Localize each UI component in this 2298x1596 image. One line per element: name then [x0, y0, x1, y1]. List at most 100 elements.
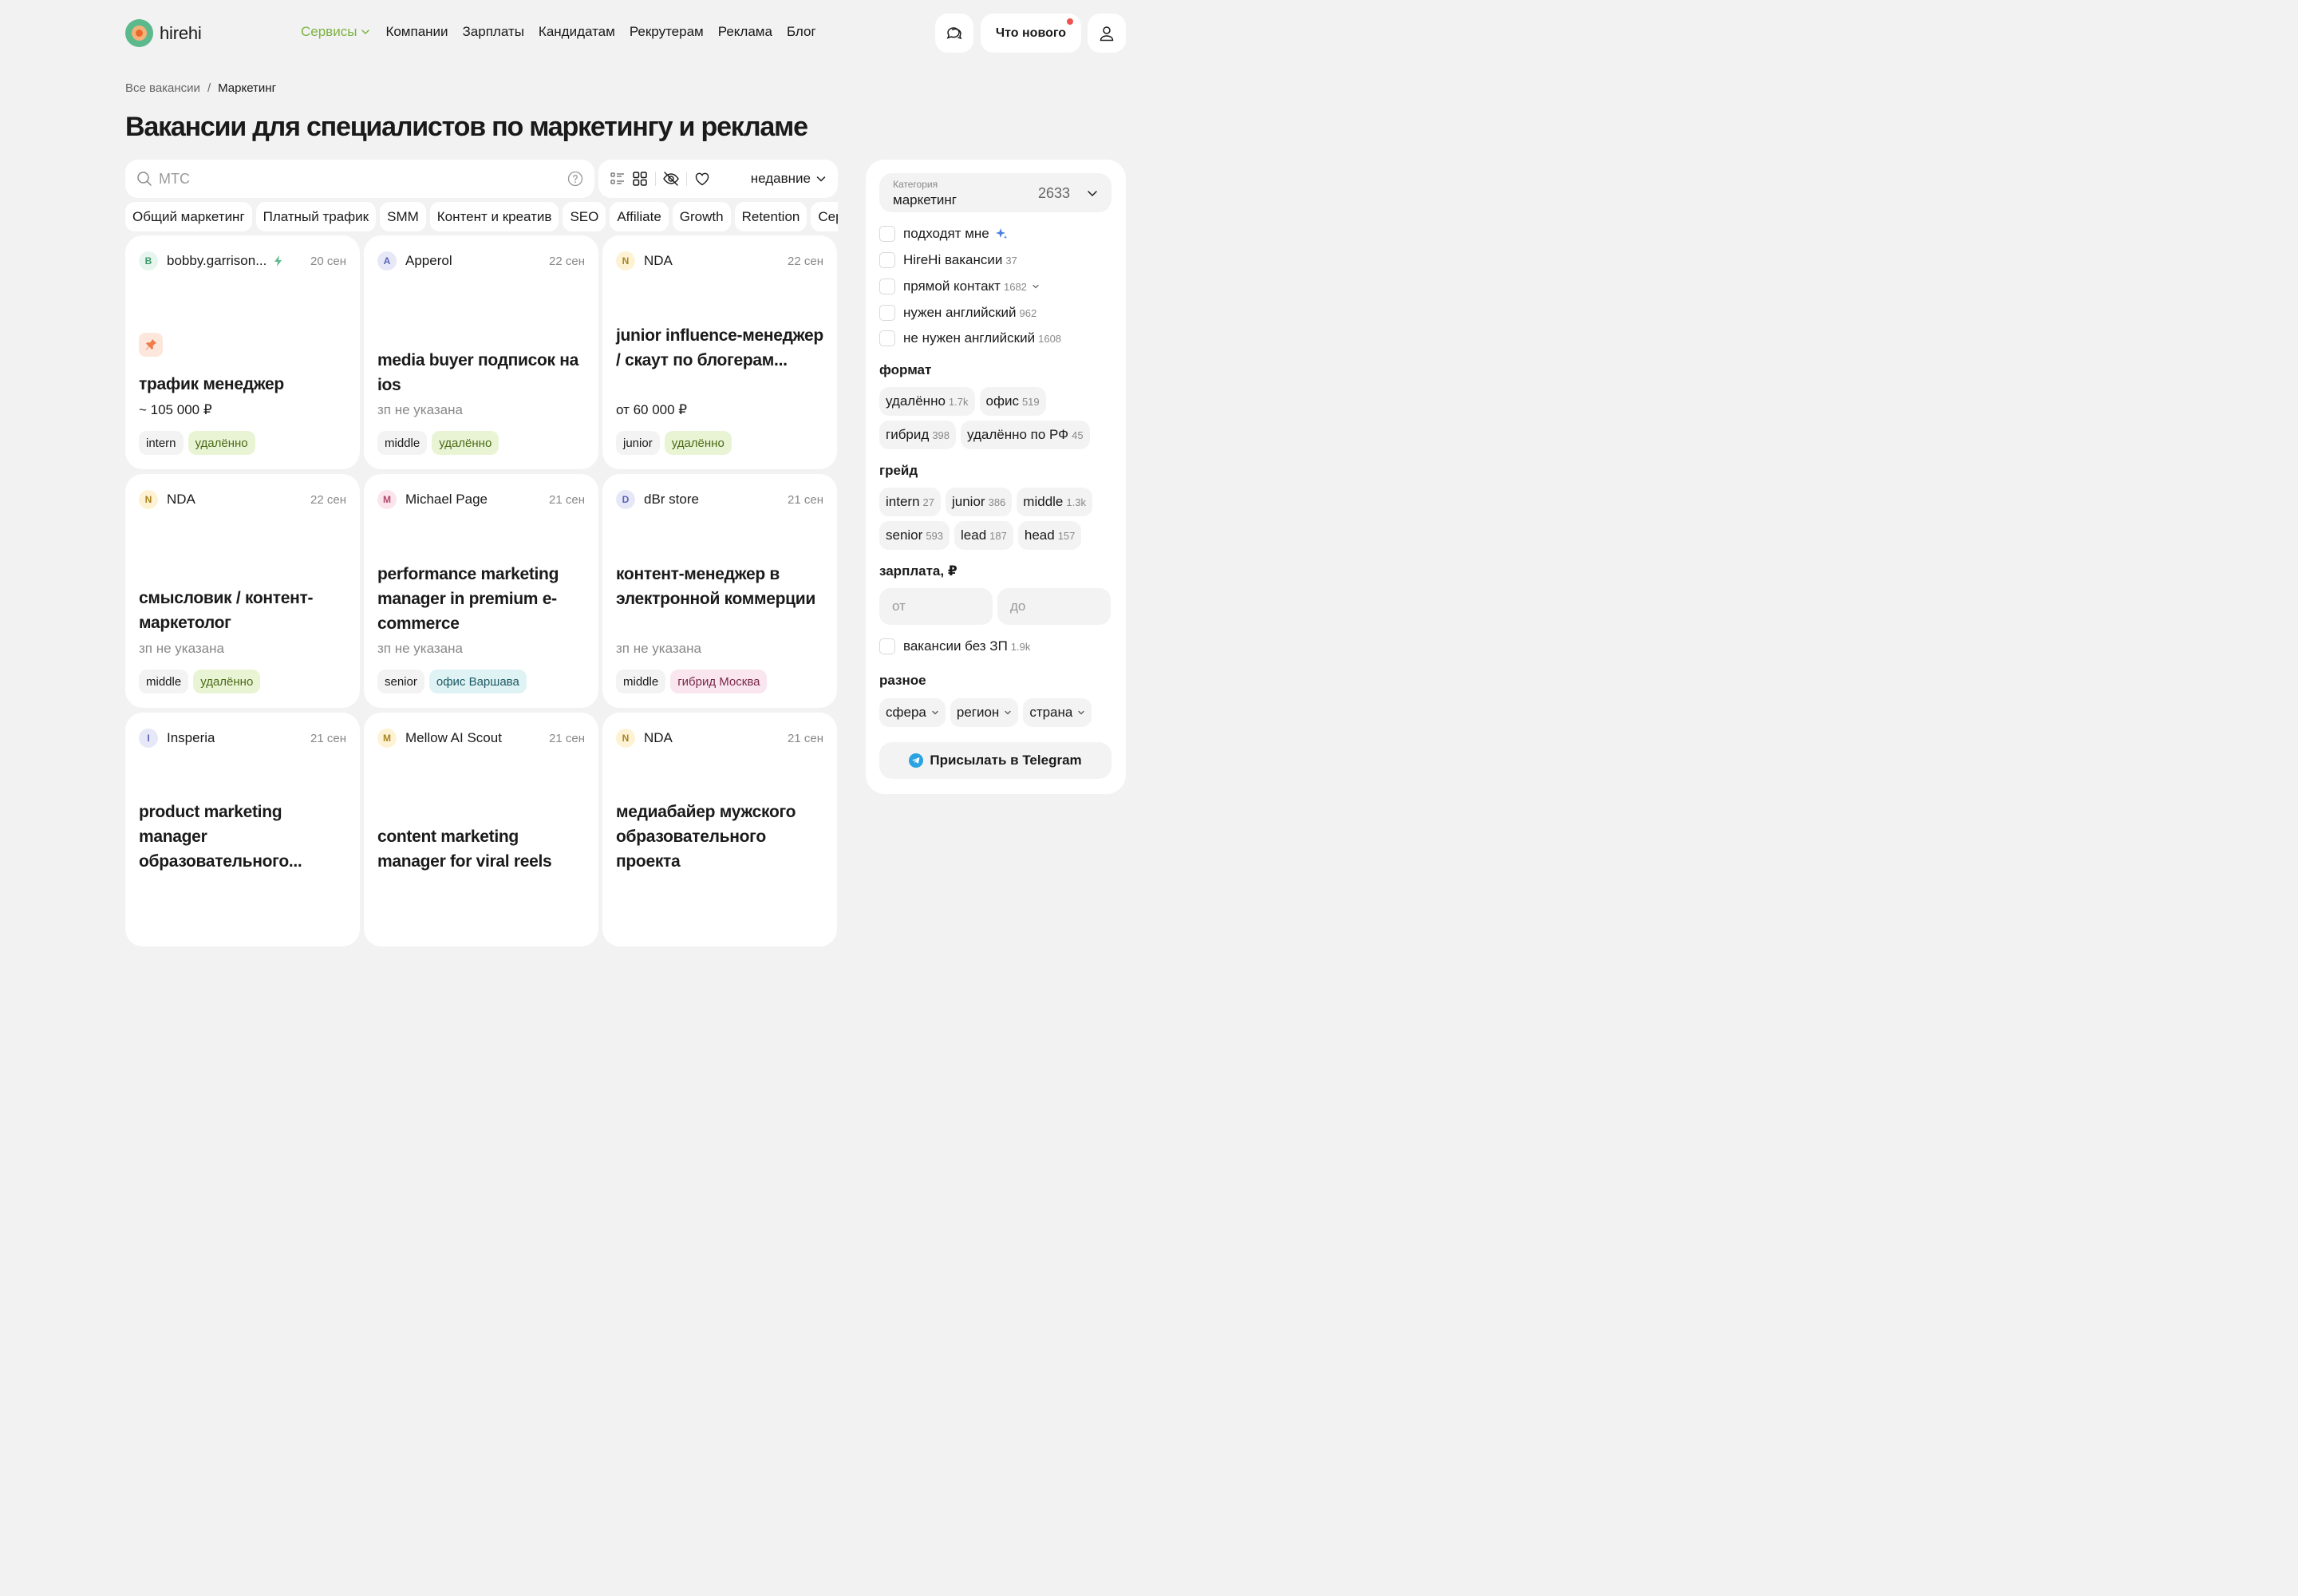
job-title: смысловик / контент-маркетолог [139, 589, 314, 632]
job-card[interactable]: A Apperol 22 сен media buyer подписок на… [364, 235, 598, 469]
job-card[interactable]: N NDA 21 сен медиабайер мужского образов… [602, 713, 837, 946]
job-card[interactable]: I Insperia 21 сен product marketing mana… [125, 713, 360, 946]
category-select[interactable]: Категория маркетинг 2633 [879, 173, 1111, 212]
nav-item-candidates[interactable]: Кандидатам [539, 24, 615, 40]
grade-pill-intern[interactable]: intern 27 [879, 488, 941, 516]
job-card[interactable]: B bobby.garrison... 20 сен трафик менедж… [125, 235, 360, 469]
chip-service[interactable]: Сервис [811, 202, 838, 231]
chip-retention[interactable]: Retention [734, 202, 807, 231]
country-dropdown[interactable]: страна [1023, 698, 1092, 727]
pill-count: 386 [988, 496, 1006, 508]
format-pill-remote-rf[interactable]: удалённо по РФ 45 [961, 421, 1090, 449]
salary-from-input[interactable] [879, 588, 993, 625]
region-dropdown[interactable]: регион [950, 698, 1019, 727]
chip-content[interactable]: Контент и креатив [429, 202, 559, 231]
checkbox[interactable] [879, 305, 895, 321]
filter-hirehi-jobs[interactable]: HireHi вакансии 37 [879, 252, 1017, 268]
chat-button[interactable] [935, 14, 973, 53]
checkbox[interactable] [879, 638, 895, 654]
logo[interactable]: hirehi [125, 19, 202, 47]
search-icon [137, 172, 152, 186]
grid-view-button[interactable] [629, 168, 651, 190]
chip-smm[interactable]: SMM [380, 202, 426, 231]
company-name: NDA [644, 730, 673, 745]
grade-pill-senior[interactable]: senior 593 [879, 521, 950, 550]
company-name: NDA [167, 492, 195, 507]
whats-new-button[interactable]: Что нового [981, 14, 1081, 53]
chip-paid-traffic[interactable]: Платный трафик [255, 202, 377, 231]
toolbar-divider [655, 172, 656, 186]
format-pill-office[interactable]: офис 519 [979, 387, 1046, 416]
job-card[interactable]: N NDA 22 сен смысловик / контент-маркето… [125, 474, 360, 708]
company-name: NDA [644, 253, 673, 268]
checkbox[interactable] [879, 252, 895, 268]
grade-tag: middle [377, 431, 428, 455]
pill-count: 1.3k [1066, 496, 1086, 508]
list-view-button[interactable] [606, 168, 629, 190]
nav-item-recruiters[interactable]: Рекрутерам [630, 24, 704, 40]
job-card[interactable]: N NDA 22 сен junior influence-менеджер /… [602, 235, 837, 469]
help-icon[interactable] [567, 171, 583, 187]
checkbox[interactable] [879, 330, 895, 346]
filter-label: нужен английский [903, 305, 1017, 320]
filter-label: прямой контакт [903, 279, 1001, 294]
nav-item-ads[interactable]: Реклама [718, 24, 772, 40]
pill-label: middle [1023, 494, 1064, 509]
filter-count: 962 [1019, 306, 1037, 319]
chip-affiliate[interactable]: Affiliate [610, 202, 669, 231]
filter-label: вакансии без ЗП [903, 638, 1008, 654]
job-card[interactable]: M Mellow AI Scout 21 сен content marketi… [364, 713, 598, 946]
chip-general[interactable]: Общий маркетинг [125, 202, 252, 231]
page-title: Вакансии для специалистов по маркетингу … [125, 112, 808, 142]
filter-english-not-required[interactable]: не нужен английский 1608 [879, 330, 1061, 346]
chevron-down-icon [932, 710, 938, 715]
nav-item-blog[interactable]: Блог [787, 24, 816, 40]
chip-growth[interactable]: Growth [672, 202, 731, 231]
pin-icon [139, 333, 163, 357]
filter-label: не нужен английский [903, 330, 1036, 346]
salary-to-input[interactable] [997, 588, 1111, 625]
job-card[interactable]: M Michael Page 21 сен performance market… [364, 474, 598, 708]
checkbox[interactable] [879, 279, 895, 294]
nav-item-services[interactable]: Сервисы [301, 24, 371, 40]
grade-pill-lead[interactable]: lead 187 [954, 521, 1013, 550]
bolt-icon [274, 255, 282, 267]
format-tag: удалённо [432, 431, 499, 455]
company-name: Apperol [405, 253, 452, 268]
sphere-dropdown[interactable]: сфера [879, 698, 946, 727]
format-pill-hybrid[interactable]: гибрид 398 [879, 421, 957, 449]
filter-english-required[interactable]: нужен английский 962 [879, 305, 1036, 321]
pill-label: страна [1029, 705, 1073, 720]
sort-dropdown[interactable]: недавние [751, 171, 830, 187]
filter-suits-me[interactable]: подходят мне [879, 226, 1009, 242]
pill-label: офис [985, 393, 1019, 409]
filter-direct-contact[interactable]: прямой контакт 1682 [879, 279, 1040, 294]
telegram-subscribe-button[interactable]: Присылать в Telegram [879, 742, 1111, 779]
profile-button[interactable] [1088, 14, 1126, 53]
breadcrumb-separator: / [207, 81, 211, 95]
search-input[interactable] [159, 170, 567, 188]
filter-count: 1682 [1003, 280, 1027, 293]
pill-count: 1.7k [948, 395, 969, 408]
post-date: 21 сен [788, 731, 823, 745]
grade-pill-middle[interactable]: middle 1.3k [1017, 488, 1092, 516]
pill-count: 27 [922, 496, 934, 508]
checkbox[interactable] [879, 226, 895, 242]
breadcrumb-root[interactable]: Все вакансии [125, 81, 200, 95]
format-pill-remote[interactable]: удалённо 1.7k [879, 387, 975, 416]
nav-item-companies[interactable]: Компании [385, 24, 448, 40]
chevron-down-icon[interactable] [1031, 282, 1040, 291]
grade-pill-junior[interactable]: junior 386 [946, 488, 1013, 516]
company-avatar: D [616, 490, 635, 509]
sparkle-icon [995, 228, 1007, 239]
chevron-down-icon [361, 30, 370, 35]
favorites-button[interactable] [691, 168, 713, 190]
pill-label: senior [886, 527, 923, 543]
telegram-icon [909, 753, 924, 768]
filter-no-salary[interactable]: вакансии без ЗП 1.9k [879, 638, 1030, 654]
nav-item-salaries[interactable]: Зарплаты [463, 24, 524, 40]
chip-seo[interactable]: SEO [563, 202, 606, 231]
job-card[interactable]: D dBr store 21 сен контент-менеджер в эл… [602, 474, 837, 708]
hide-viewed-button[interactable] [660, 168, 682, 190]
grade-pill-head[interactable]: head 157 [1017, 521, 1082, 550]
